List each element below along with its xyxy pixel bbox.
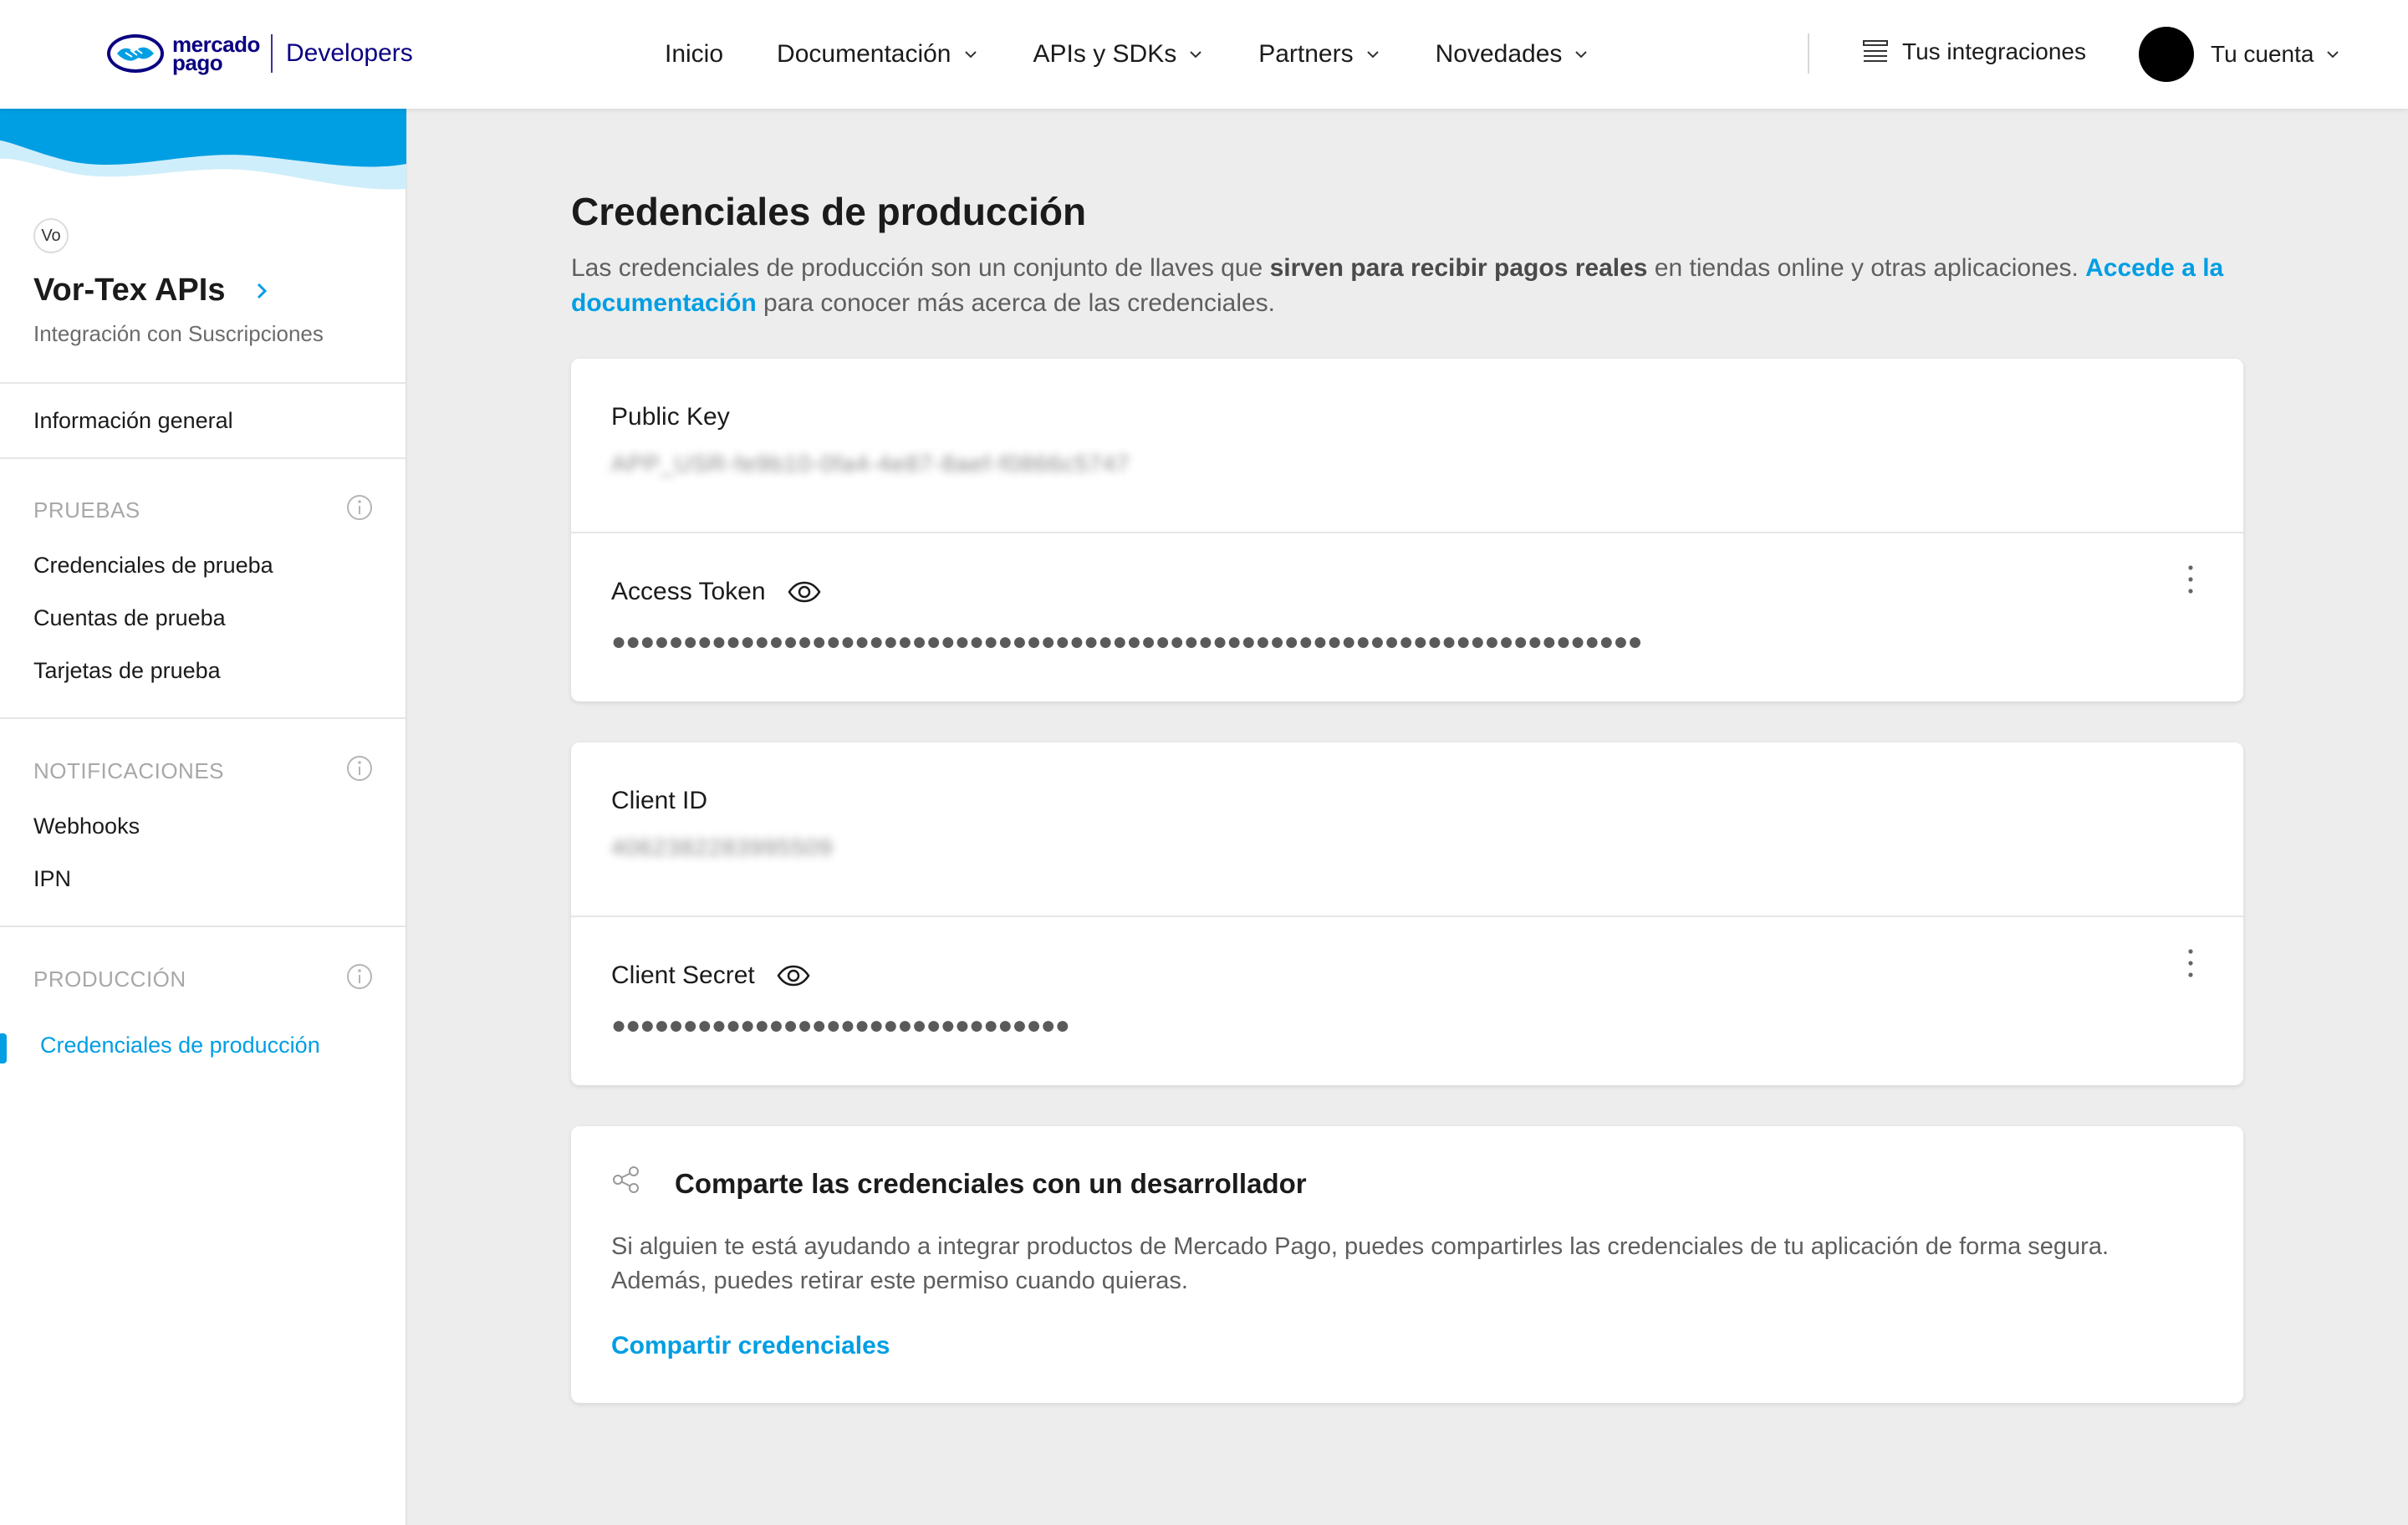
chevron-down-icon (1366, 51, 1379, 59)
client-secret-label-text: Client Secret (611, 961, 755, 989)
desc-bold: sirven para recibir pagos reales (1269, 254, 1648, 282)
info-icon[interactable] (345, 493, 374, 522)
logo-wordmark: mercado pago (172, 33, 266, 74)
info-icon[interactable] (345, 754, 374, 783)
credentials-card-client: Client ID 4062382283995509 Client Secret… (571, 742, 2243, 1085)
client-id-value[interactable]: 4062382283995509 (611, 834, 833, 861)
share-credentials-card: Comparte las credenciales con un desarro… (571, 1126, 2243, 1403)
integrations-label: Tus integraciones (1902, 38, 2086, 64)
desc-text-3: para conocer más acerca de las credencia… (756, 289, 1276, 317)
chevron-down-icon (964, 51, 977, 59)
share-description: Si alguien te está ayudando a integrar p… (611, 1233, 2110, 1294)
decorative-wave (0, 109, 406, 190)
eye-icon[interactable] (777, 964, 810, 987)
developers-label: Developers (286, 39, 413, 67)
sidebar-item-general-info[interactable]: Información general (33, 408, 233, 434)
app-name: Vor-Tex APIs (33, 273, 226, 308)
active-indicator (0, 1033, 7, 1063)
client-secret-value[interactable]: ●●●●●●●●●●●●●●●●●●●●●●●●●●●●●●●● (611, 1012, 1146, 1040)
page-description: Las credenciales de producción son un co… (571, 251, 2243, 321)
chevron-right-icon (258, 283, 268, 298)
app-subtitle: Integración con Suscripciones (33, 321, 324, 346)
sidebar-item-test-credentials[interactable]: Credenciales de prueba (33, 553, 273, 579)
chevron-down-icon (1575, 51, 1588, 59)
sidebar-item-webhooks[interactable]: Webhooks (33, 814, 140, 839)
share-credentials-link[interactable]: Compartir credenciales (611, 1332, 890, 1360)
account-menu[interactable]: Tu cuenta (2139, 27, 2342, 82)
nav-apis-sdks[interactable]: APIs y SDKs (1033, 40, 1206, 69)
sidebar-divider (0, 457, 406, 459)
main-nav: Inicio Documentación APIs y SDKs Partner… (665, 0, 1644, 109)
desc-text-2: en tiendas online y otras aplicaciones. (1647, 254, 2086, 282)
sidebar-item-test-cards[interactable]: Tarjetas de prueba (33, 658, 221, 684)
mercado-pago-logo[interactable]: mercado pago Developers (105, 30, 413, 77)
sidebar-item-test-accounts[interactable]: Cuentas de prueba (33, 605, 226, 631)
section-title-pruebas: PRUEBAS (33, 497, 140, 523)
nav-partners[interactable]: Partners (1258, 40, 1381, 69)
more-options-icon[interactable] (2178, 561, 2203, 598)
nav-documentacion[interactable]: Documentación (777, 40, 979, 69)
nav-apis-sdks-label: APIs y SDKs (1033, 40, 1177, 68)
avatar (2139, 27, 2194, 82)
card-divider (571, 916, 2243, 917)
access-token-label: Access Token (611, 578, 821, 606)
header-separator (1808, 33, 1809, 74)
public-key-value[interactable]: APP_USR-fe9b10-0fa4-4e87-8aef-f0866c5747 (611, 451, 1130, 477)
eye-icon[interactable] (788, 580, 821, 604)
card-divider (571, 532, 2243, 533)
share-title: Comparte las credenciales con un desarro… (675, 1168, 1307, 1199)
chevron-down-icon (2327, 51, 2339, 59)
nav-inicio-label: Inicio (665, 40, 724, 68)
sidebar-item-ipn[interactable]: IPN (33, 866, 71, 892)
more-options-icon[interactable] (2178, 945, 2203, 982)
access-token-label-text: Access Token (611, 578, 766, 605)
nav-partners-label: Partners (1258, 40, 1354, 68)
app-initials-badge: Vo (33, 218, 69, 253)
sidebar: Vo Vor-Tex APIs Integración con Suscripc… (0, 109, 407, 1525)
share-icon (613, 1166, 639, 1193)
sidebar-divider (0, 717, 406, 719)
client-id-label: Client ID (611, 787, 707, 815)
sidebar-divider (0, 926, 406, 927)
client-secret-label: Client Secret (611, 961, 810, 990)
info-icon[interactable] (345, 962, 374, 991)
sidebar-divider (0, 382, 406, 384)
public-key-label-text: Public Key (611, 403, 730, 431)
desc-text-1: Las credenciales de producción son un co… (571, 254, 1270, 282)
section-title-notificaciones: NOTIFICACIONES (33, 758, 225, 783)
sidebar-item-production-credentials[interactable]: Credenciales de producción (40, 1033, 320, 1058)
credentials-card-keys: Public Key APP_USR-fe9b10-0fa4-4e87-8aef… (571, 359, 2243, 701)
app-name-link[interactable]: Vor-Tex APIs (33, 273, 273, 309)
account-label: Tu cuenta (2211, 41, 2314, 67)
nav-documentacion-label: Documentación (777, 40, 951, 68)
top-header: mercado pago Developers Inicio Documenta… (0, 0, 2408, 109)
nav-novedades-label: Novedades (1435, 40, 1563, 68)
access-token-value[interactable]: ●●●●●●●●●●●●●●●●●●●●●●●●●●●●●●●●●●●●●●●●… (611, 628, 1698, 656)
integrations-button[interactable]: Tus integraciones (1860, 37, 2086, 67)
section-title-produccion: PRODUCCIÓN (33, 967, 186, 992)
nav-inicio[interactable]: Inicio (665, 40, 723, 69)
logo-divider (271, 34, 273, 73)
chevron-down-icon (1190, 51, 1201, 59)
handshake-logo-icon (107, 34, 164, 73)
list-stack-icon (1863, 40, 1888, 62)
page-title: Credenciales de producción (571, 190, 1087, 233)
nav-novedades[interactable]: Novedades (1436, 40, 1591, 69)
client-id-label-text: Client ID (611, 787, 708, 814)
public-key-label: Public Key (611, 403, 730, 431)
